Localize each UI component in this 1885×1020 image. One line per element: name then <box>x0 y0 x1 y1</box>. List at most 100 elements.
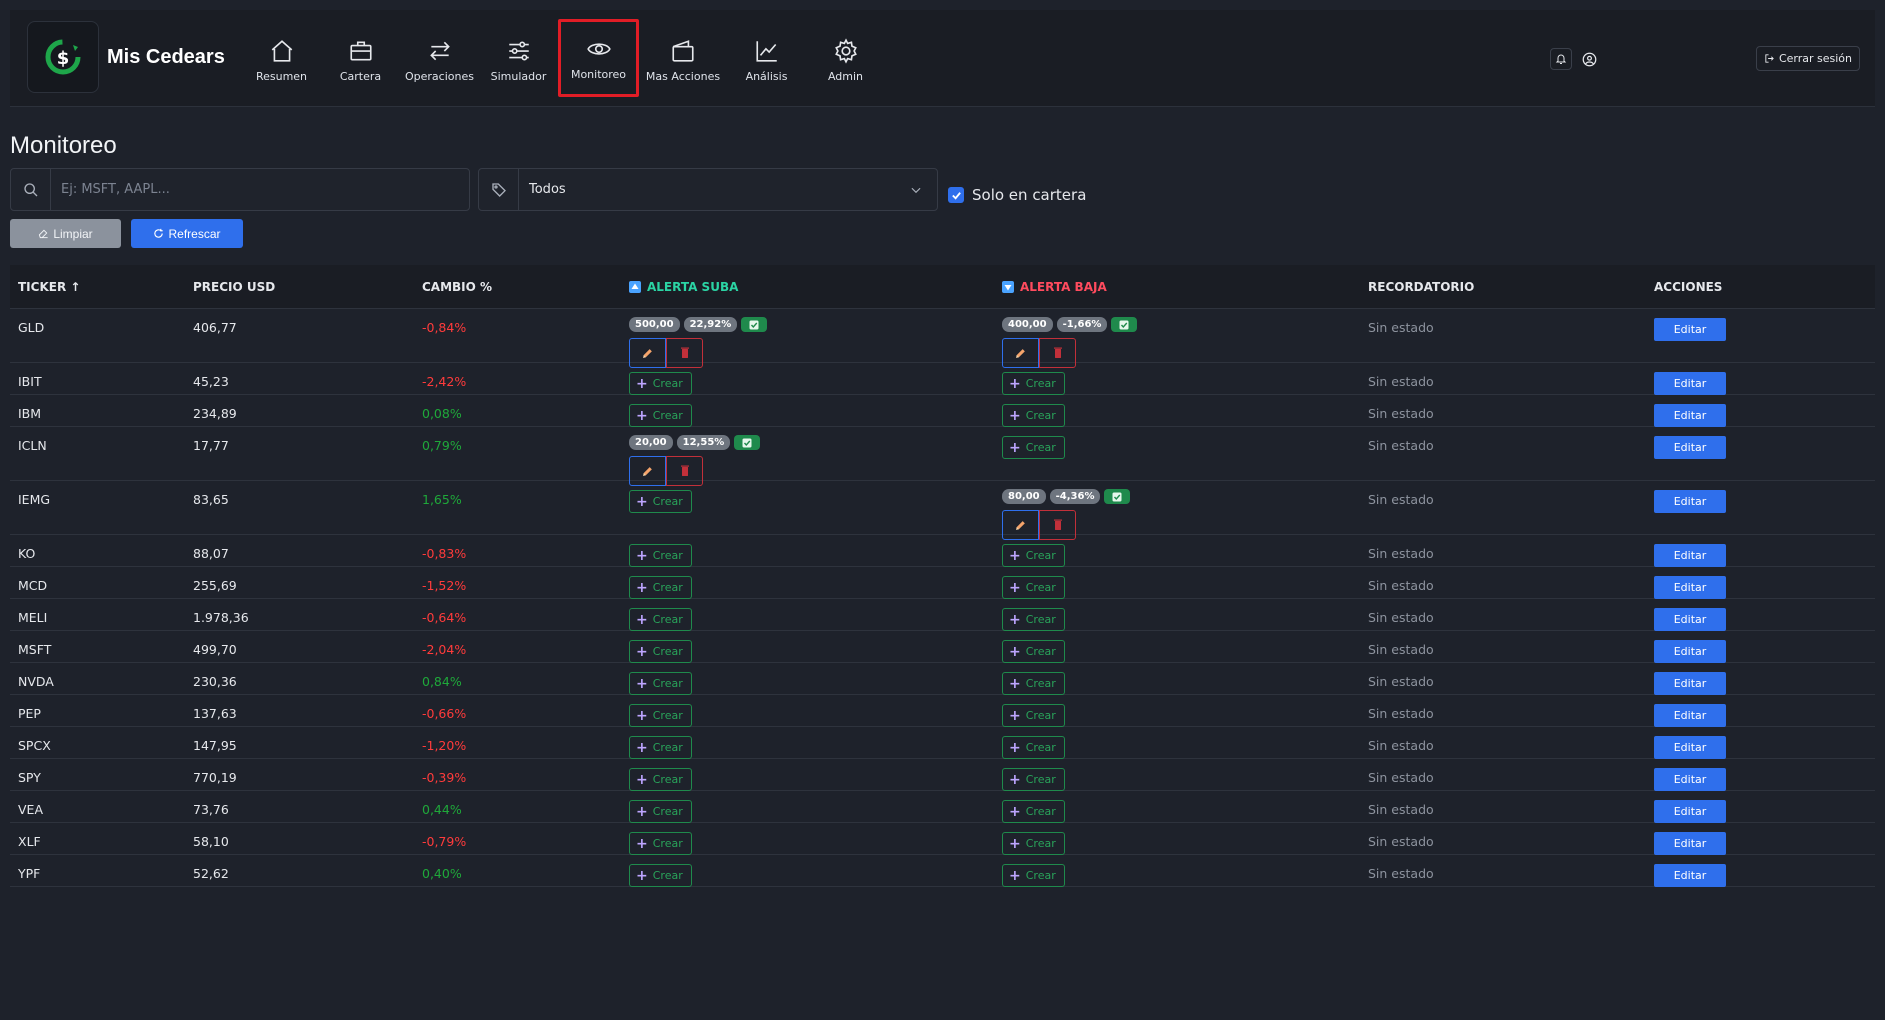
edit-row-button[interactable]: Editar <box>1654 436 1726 459</box>
edit-label: Editar <box>1673 645 1707 658</box>
create-alert-up-button[interactable]: + Crear <box>629 608 692 631</box>
create-alert-up-button[interactable]: + Crear <box>629 490 692 513</box>
plus-icon: + <box>636 771 648 788</box>
edit-row-button[interactable]: Editar <box>1654 404 1726 427</box>
actions-cell: Editar <box>1648 535 1875 567</box>
edit-row-button[interactable]: Editar <box>1654 832 1726 855</box>
price-cell: 88,07 <box>193 546 229 561</box>
nav-item-admin[interactable]: Admin <box>806 22 885 98</box>
create-alert-up-button[interactable]: + Crear <box>629 704 692 727</box>
clear-button[interactable]: Limpiar <box>10 219 121 248</box>
trash-icon <box>1053 519 1062 531</box>
create-alert-down-button[interactable]: + Crear <box>1002 672 1065 695</box>
create-alert-down-button[interactable]: + Crear <box>1002 436 1065 459</box>
create-alert-down-button[interactable]: + Crear <box>1002 736 1065 759</box>
create-alert-up-button[interactable]: + Crear <box>629 832 692 855</box>
nav-item-label: Simulador <box>490 69 547 83</box>
create-alert-up-button[interactable]: + Crear <box>629 864 692 887</box>
plus-icon: + <box>636 493 648 510</box>
nav-item-mas-acciones[interactable]: Mas Acciones <box>639 22 727 98</box>
edit-label: Editar <box>1673 441 1707 454</box>
create-label: Crear <box>652 581 683 594</box>
edit-row-button[interactable]: Editar <box>1654 672 1726 695</box>
edit-row-button[interactable]: Editar <box>1654 490 1726 513</box>
create-alert-up-button[interactable]: + Crear <box>629 640 692 663</box>
create-alert-down-button[interactable]: + Crear <box>1002 372 1065 395</box>
edit-row-button[interactable]: Editar <box>1654 864 1726 887</box>
alert-down-cell: 80,00 -4,36% <box>996 481 1362 540</box>
category-select[interactable]: Todos <box>519 169 937 210</box>
arrow-up-box-icon <box>629 280 641 293</box>
plus-icon: + <box>1009 611 1021 628</box>
price-cell: 83,65 <box>193 492 229 507</box>
create-alert-up-button[interactable]: + Crear <box>629 404 692 427</box>
edit-row-button[interactable]: Editar <box>1654 736 1726 759</box>
nav-item-monitoreo[interactable]: Monitoreo <box>558 19 639 97</box>
plus-icon: + <box>636 675 648 692</box>
nav-item-simulador[interactable]: Simulador <box>479 22 558 98</box>
reminder-cell: Sin estado <box>1368 706 1434 721</box>
only-portfolio-toggle[interactable]: Solo en cartera <box>948 186 1086 204</box>
nav-item-resumen[interactable]: Resumen <box>242 22 321 98</box>
create-alert-down-button[interactable]: + Crear <box>1002 544 1065 567</box>
edit-row-button[interactable]: Editar <box>1654 640 1726 663</box>
create-alert-down-button[interactable]: + Crear <box>1002 800 1065 823</box>
create-label: Crear <box>652 869 683 882</box>
create-alert-up-button[interactable]: + Crear <box>629 672 692 695</box>
edit-row-button[interactable]: Editar <box>1654 318 1726 341</box>
nav-item-cartera[interactable]: Cartera <box>321 22 400 98</box>
refresh-button[interactable]: Refrescar <box>131 219 243 248</box>
create-alert-up-button[interactable]: + Crear <box>629 372 692 395</box>
change-cell: 1,65% <box>422 492 462 507</box>
brand[interactable]: $ Mis Cedears <box>27 21 225 93</box>
create-alert-down-button[interactable]: + Crear <box>1002 704 1065 727</box>
create-label: Crear <box>652 613 683 626</box>
column-header-ticker[interactable]: TICKER ↑ <box>10 280 185 294</box>
create-alert-down-button[interactable]: + Crear <box>1002 608 1065 631</box>
edit-row-button[interactable]: Editar <box>1654 768 1726 791</box>
nav-item-analisis[interactable]: Análisis <box>727 22 806 98</box>
edit-row-button[interactable]: Editar <box>1654 576 1726 599</box>
notifications-button[interactable] <box>1550 48 1572 70</box>
reminder-cell: Sin estado <box>1368 674 1434 689</box>
create-alert-up-button[interactable]: + Crear <box>629 736 692 759</box>
edit-row-button[interactable]: Editar <box>1654 372 1726 395</box>
profile-button[interactable] <box>1578 48 1600 70</box>
create-alert-down-button[interactable]: + Crear <box>1002 576 1065 599</box>
create-label: Crear <box>1025 441 1056 454</box>
edit-row-button[interactable]: Editar <box>1654 608 1726 631</box>
price-cell: 499,70 <box>193 642 237 657</box>
dollar-cycle-icon: $ <box>27 21 99 93</box>
create-alert-up-button[interactable]: + Crear <box>629 544 692 567</box>
create-alert-down-button[interactable]: + Crear <box>1002 640 1065 663</box>
nav-item-operaciones[interactable]: Operaciones <box>400 22 479 98</box>
edit-label: Editar <box>1673 613 1707 626</box>
create-alert-up-button[interactable]: + Crear <box>629 768 692 791</box>
edit-row-button[interactable]: Editar <box>1654 704 1726 727</box>
edit-label: Editar <box>1673 741 1707 754</box>
actions-cell: Editar <box>1648 427 1875 459</box>
only-portfolio-checkbox[interactable] <box>948 187 964 203</box>
reminder-cell: Sin estado <box>1368 374 1434 389</box>
create-alert-up-button[interactable]: + Crear <box>629 800 692 823</box>
reminder-cell: Sin estado <box>1368 492 1434 507</box>
create-alert-down-button[interactable]: + Crear <box>1002 864 1065 887</box>
alert-up-cell: + Crear <box>623 727 996 759</box>
create-alert-down-button[interactable]: + Crear <box>1002 404 1065 427</box>
category-filter[interactable]: Todos <box>478 168 938 211</box>
logout-button[interactable]: Cerrar sesión <box>1755 46 1860 71</box>
reminder-cell: Sin estado <box>1368 438 1434 453</box>
create-alert-down-button[interactable]: + Crear <box>1002 768 1065 791</box>
edit-row-button[interactable]: Editar <box>1654 800 1726 823</box>
ticker-cell: MELI <box>18 610 48 625</box>
create-alert-up-button[interactable]: + Crear <box>629 576 692 599</box>
edit-label: Editar <box>1673 805 1707 818</box>
search-input[interactable] <box>51 169 469 210</box>
column-header-price: PRECIO USD <box>193 279 276 294</box>
reminder-cell: Sin estado <box>1368 866 1434 881</box>
home-icon <box>271 39 292 62</box>
table-row: PEP 137,63 -0,66% + Crear + Crear Sin es… <box>10 695 1875 727</box>
edit-row-button[interactable]: Editar <box>1654 544 1726 567</box>
create-alert-down-button[interactable]: + Crear <box>1002 832 1065 855</box>
actions-cell: Editar <box>1648 363 1875 395</box>
